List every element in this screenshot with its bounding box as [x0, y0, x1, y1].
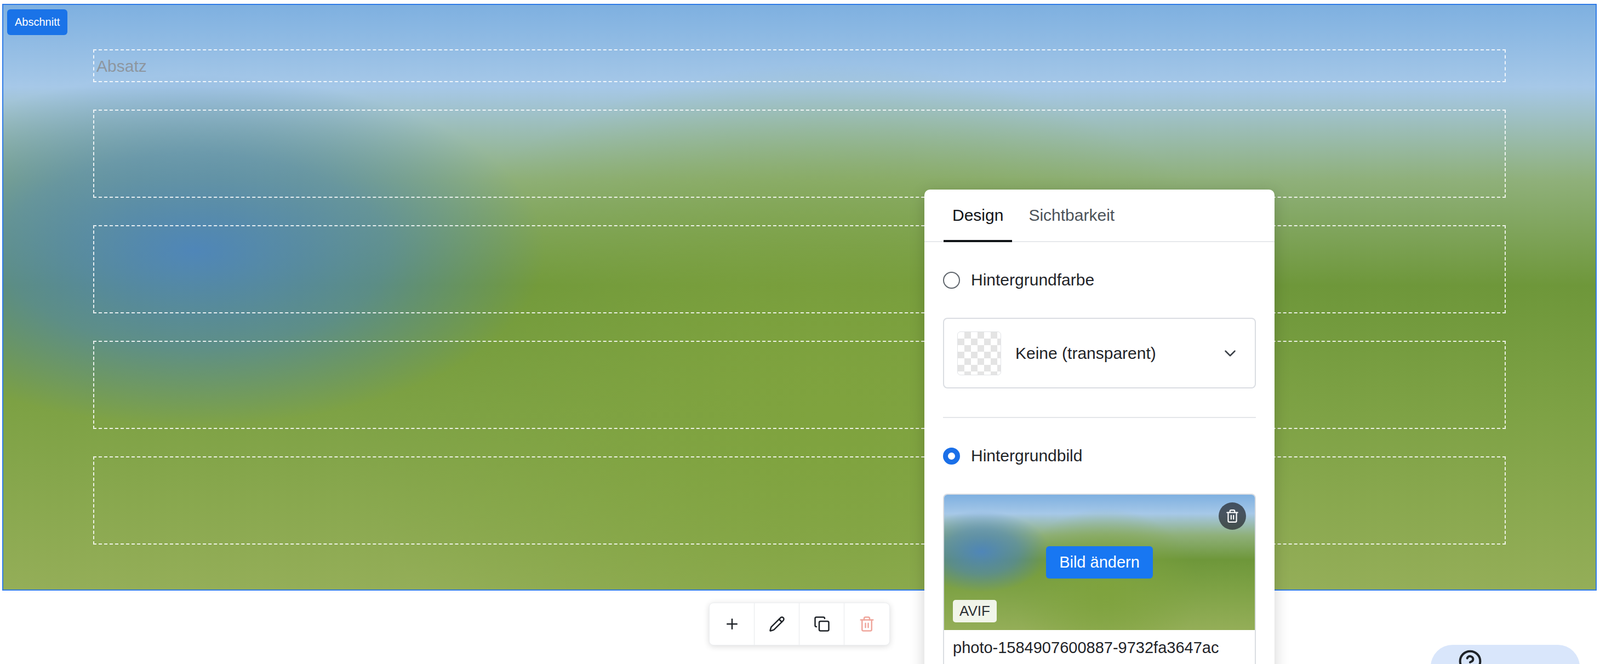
chevron-down-icon: [1220, 344, 1240, 363]
help-icon: [1458, 649, 1483, 664]
pencil-icon: [768, 615, 786, 633]
transparent-swatch: [957, 331, 1002, 376]
empty-block[interactable]: [93, 456, 1506, 545]
section[interactable]: Abschnitt Absatz: [2, 3, 1597, 591]
remove-image-button[interactable]: [1218, 502, 1247, 530]
copy-icon: [813, 615, 831, 633]
trash-icon: [858, 615, 876, 633]
radio-option[interactable]: Hintergrundbild: [943, 446, 1256, 466]
tab[interactable]: Design: [943, 189, 1013, 243]
empty-block[interactable]: [93, 109, 1506, 198]
trash-icon: [1225, 509, 1240, 524]
help-button[interactable]: [1430, 644, 1580, 664]
add-button[interactable]: [709, 603, 755, 645]
paragraph-block[interactable]: Absatz: [93, 49, 1506, 83]
copy-button[interactable]: [799, 603, 845, 645]
panel-body: Hintergrundfarbe Keine (transparent) Hinte…: [924, 242, 1275, 664]
paragraph-placeholder: Absatz: [96, 56, 147, 76]
radio-option[interactable]: Hintergrundfarbe: [943, 270, 1256, 290]
empty-block[interactable]: [93, 225, 1506, 314]
settings-panel: DesignSichtbarkeit Hintergrundfarbe Keine …: [924, 189, 1275, 664]
change-image-button[interactable]: Bild ändern: [1046, 546, 1153, 579]
delete-button[interactable]: [844, 603, 890, 645]
page: AbschnittAbsatzDesignSichtbarkeitHinterg…: [0, 0, 1600, 664]
image-preview: Bild ändern AVIF: [944, 494, 1255, 631]
edit-button[interactable]: [754, 603, 800, 645]
radio-icon[interactable]: [943, 447, 960, 465]
format-badge: AVIF: [952, 600, 997, 623]
divider: [943, 416, 1256, 419]
block-toolbar: [709, 602, 890, 646]
radio-icon[interactable]: [943, 271, 960, 289]
color-select[interactable]: Keine (transparent): [943, 317, 1256, 389]
section-badge: Abschnitt: [7, 9, 68, 36]
tab[interactable]: Sichtbarkeit: [1019, 189, 1124, 243]
image-card: Bild ändern AVIF photo-1584907600887-9732f…: [943, 493, 1256, 664]
plus-icon: [723, 615, 741, 633]
empty-block[interactable]: [93, 340, 1506, 430]
file-name: photo-1584907600887-9732fa3647ac: [944, 630, 1255, 664]
tab-bar: DesignSichtbarkeit: [924, 189, 1275, 243]
